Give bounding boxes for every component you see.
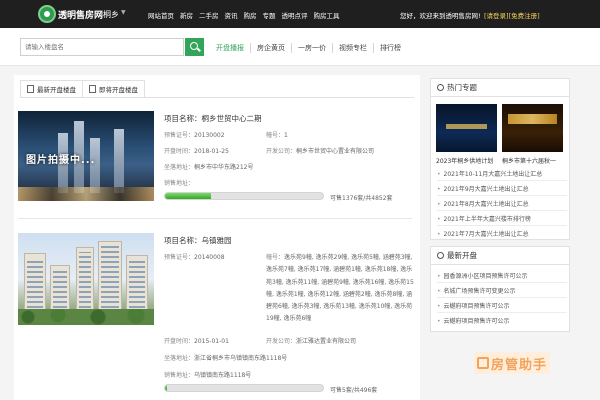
login-register-links[interactable]: [请登录][免费注册] <box>484 10 540 20</box>
list-item[interactable]: 园香源洲小区项目预售许可公示 <box>437 271 528 280</box>
nav-price-list[interactable]: 一房一价 <box>291 43 332 53</box>
building-numbers: 1 <box>284 132 288 139</box>
list-item[interactable]: 2021年10-11月大嘉兴土地出让汇总 <box>437 169 543 178</box>
watermark: 房管助手 <box>474 352 551 374</box>
listing-photo[interactable]: 图片拍摄中... <box>18 111 154 201</box>
tab-label: 即将开盘楼盘 <box>99 86 138 94</box>
city-selector[interactable]: 桐乡 <box>103 9 119 20</box>
building-icon <box>27 85 34 93</box>
nav-item-new-house[interactable]: 新房 <box>180 10 193 20</box>
tab-latest-openings[interactable]: 最新开盘楼盘 <box>20 80 83 98</box>
nav-item-home[interactable]: 网站首页 <box>148 10 174 20</box>
sales-address: 乌镇镇南东路1118号 <box>194 372 252 379</box>
plus-circle-icon <box>437 252 444 259</box>
search-bar: 开盘播报 房企黄页 一房一价 视频专栏 排行榜 <box>0 28 600 66</box>
tab-upcoming-openings[interactable]: 即将开盘楼盘 <box>82 80 145 98</box>
hot-topics-box: 热门专题 2023年桐乡供地计划 桐乡市第十六届秋一 2021年10-11月大嘉… <box>430 78 570 240</box>
sales-progress-text: 可售5套/共496套 <box>330 387 378 394</box>
search-button[interactable] <box>185 38 204 56</box>
sales-progress-bar <box>164 384 324 392</box>
project-name[interactable]: 乌镇雅园 <box>202 236 232 245</box>
promo-caption[interactable]: 桐乡市第十六届秋一 <box>502 156 566 165</box>
list-item[interactable]: 2021年8月大嘉兴土地出让汇总 <box>437 199 529 208</box>
nav-item-news[interactable]: 资讯 <box>225 10 238 20</box>
tab-label: 最新开盘楼盘 <box>37 86 76 94</box>
developer: 浙江雅达置业有限公司 <box>296 338 357 345</box>
nav-video[interactable]: 视频专栏 <box>332 43 373 53</box>
listing-item: 图片拍摄中... 项目名称：桐乡世贸中心二期 预售证号：20130002 幢号：… <box>18 111 412 241</box>
logo-icon[interactable] <box>38 5 56 23</box>
open-date: 2018-01-25 <box>194 148 229 155</box>
developer: 桐乡市世贸中心置业有限公司 <box>296 148 375 155</box>
address: 浙江省桐乡市乌镇镇南东路1118号 <box>194 355 288 362</box>
divider <box>18 218 412 219</box>
list-item[interactable]: 2021年上半年大嘉兴楼市排行榜 <box>437 214 531 223</box>
nav-item-reviews[interactable]: 透明点评 <box>282 10 308 20</box>
sales-progress-bar <box>164 192 324 200</box>
app-icon <box>477 357 489 369</box>
flame-icon <box>437 84 444 91</box>
listing-item: 项目名称：乌镇雅园 预售证号：20140008 幢号：逸乐苑9幢, 逸乐苑29幢… <box>18 233 414 398</box>
listing-panel: 最新开盘楼盘 即将开盘楼盘 图片拍摄中... 项目名称：桐乡世贸中心二期 预售证… <box>14 75 420 400</box>
list-item[interactable]: 名城广场预售许可变更公示 <box>437 286 516 295</box>
nav-item-buy[interactable]: 购房 <box>244 10 257 20</box>
new-openings-box: 最新开盘 园香源洲小区项目预售许可公示 名城广场预售许可变更公示 云樾府项目预售… <box>430 246 570 332</box>
hot-topics-title: 热门专题 <box>447 83 477 92</box>
nav-opening-news[interactable]: 开盘播报 <box>210 43 250 53</box>
photo-pending-label: 图片拍摄中... <box>26 155 96 166</box>
address: 桐乡市中华东路212号 <box>194 164 254 171</box>
nav-developer-directory[interactable]: 房企黄页 <box>250 43 291 53</box>
nav-ranking[interactable]: 排行榜 <box>373 43 407 53</box>
list-item[interactable]: 云樾府项目预售许可公示 <box>437 301 510 310</box>
brand-name[interactable]: 透明售房网 <box>58 8 103 21</box>
promo-image[interactable] <box>502 104 563 152</box>
permit-number: 20130002 <box>194 132 225 139</box>
new-openings-title: 最新开盘 <box>447 251 477 260</box>
document-icon <box>89 85 96 93</box>
top-bar: 透明售房网 桐乡 ▼ 网站首页 新房 二手房 资讯 购房 专题 透明点评 购房工… <box>0 0 600 28</box>
search-input[interactable] <box>20 38 184 56</box>
list-item[interactable]: 2021年7月大嘉兴土地出让汇总 <box>437 229 529 238</box>
building-numbers: 逸乐苑9幢, 逸乐苑29幢, 逸乐苑5幢, 涵碧苑3幢, 逸乐苑7幢, 逸乐苑1… <box>266 254 414 323</box>
promo-image[interactable] <box>436 104 497 152</box>
top-nav: 网站首页 新房 二手房 资讯 购房 专题 透明点评 购房工具 <box>148 10 340 20</box>
permit-number: 20140008 <box>194 254 225 261</box>
divider <box>20 97 414 98</box>
nav-item-tools[interactable]: 购房工具 <box>314 10 340 20</box>
welcome-text: 您好，欢迎来到透明售房网! <box>400 12 481 20</box>
listing-photo[interactable] <box>18 233 154 325</box>
project-name[interactable]: 桐乡世贸中心二期 <box>202 114 262 123</box>
main-nav: 开盘播报 房企黄页 一房一价 视频专栏 排行榜 <box>210 43 407 53</box>
list-item[interactable]: 云樾府项目预售许可公示 <box>437 316 510 325</box>
chevron-down-icon[interactable]: ▼ <box>121 9 126 16</box>
open-date: 2015-01-01 <box>194 338 229 345</box>
nav-item-second-hand[interactable]: 二手房 <box>199 10 219 20</box>
sales-progress-text: 可售1376套/共4852套 <box>330 195 393 202</box>
list-item[interactable]: 2021年9月大嘉兴土地出让汇总 <box>437 184 529 193</box>
promo-caption[interactable]: 2023年桐乡供地计划 <box>436 156 500 165</box>
listing-tabs: 最新开盘楼盘 即将开盘楼盘 <box>20 80 145 98</box>
nav-item-topics[interactable]: 专题 <box>263 10 276 20</box>
